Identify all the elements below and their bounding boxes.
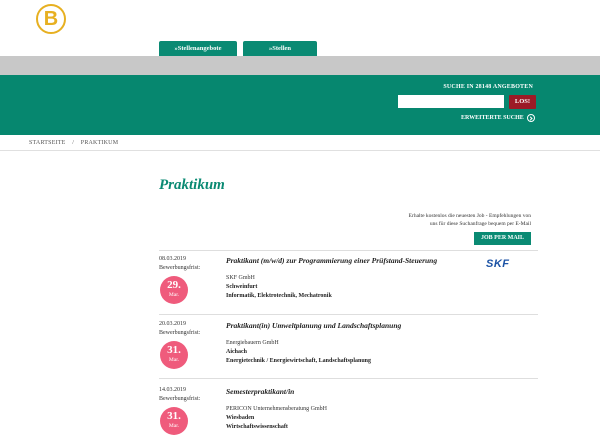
job-deadline-label: Bewerbungsfrist: <box>159 265 201 271</box>
breadcrumb-separator: / <box>72 140 75 146</box>
list-divider <box>159 250 538 251</box>
site-logo[interactable]: B <box>36 4 66 34</box>
advanced-search-label: ERWEITERTE SUCHE <box>461 115 524 121</box>
job-location: Schweinfurt <box>226 284 258 290</box>
job-date: 20.03.2019 <box>159 321 186 327</box>
deadline-month: Mar. <box>168 423 180 429</box>
advanced-search-link[interactable]: ERWEITERTE SUCHE <box>461 114 535 122</box>
job-per-mail-button[interactable]: JOB PER MAIL <box>474 232 531 245</box>
deadline-day: 31. <box>167 344 181 356</box>
logo-letter: B <box>43 7 59 30</box>
job-company: PERICON Unternehmensberatung GmbH <box>226 406 327 412</box>
deadline-month: Mar. <box>168 292 180 298</box>
job-location: Aichach <box>226 349 247 355</box>
breadcrumb-home[interactable]: STARTSEITE <box>29 140 66 146</box>
deadline-badge: 31. Mar. <box>160 407 188 435</box>
chevron-circle-icon <box>526 114 535 122</box>
job-title-link[interactable]: Semesterpraktikant/in <box>226 387 294 396</box>
job-field: Energietechnik / Energiewirtschaft, Land… <box>226 358 372 364</box>
list-divider <box>159 314 538 315</box>
deadline-month: Mar. <box>168 357 180 363</box>
page-title: Praktikum <box>159 177 225 193</box>
company-logo-skf[interactable]: SKF <box>486 258 510 270</box>
job-location: Wiesbaden <box>226 415 255 421</box>
list-divider <box>159 378 538 379</box>
job-deadline-label: Bewerbungsfrist: <box>159 330 201 336</box>
job-title-link[interactable]: Praktikant (m/w/d) zur Programmierung ei… <box>226 256 437 265</box>
job-company: Energiebauern GmbH <box>226 340 279 346</box>
breadcrumb-divider <box>0 150 600 151</box>
job-list-item[interactable]: 08.03.2019 Bewerbungsfrist: 29. Mar. Pra… <box>159 256 538 314</box>
job-title-link[interactable]: Praktikant(in) Umweltplanung und Landsch… <box>226 321 401 330</box>
deadline-badge: 31. Mar. <box>160 341 188 369</box>
deadline-badge: 29. Mar. <box>160 276 188 304</box>
job-field: Wirtschaftswissenschaft <box>226 424 288 430</box>
main-tabs: »Stellenangebote »Stellen ausschreiben <box>159 41 317 67</box>
job-date: 14.03.2019 <box>159 387 186 393</box>
job-deadline-label: Bewerbungsfrist: <box>159 396 201 402</box>
search-input[interactable] <box>398 95 504 108</box>
search-count-title: SUCHE IN 28148 ANGEBOTEN <box>443 84 533 90</box>
grey-divider-band <box>0 56 600 75</box>
tab-stellen-ausschreiben[interactable]: »Stellen ausschreiben <box>243 41 317 67</box>
job-alert-line-2: uns für diese Suchanfrage bequem per E-M… <box>429 221 531 227</box>
job-date: 08.03.2019 <box>159 256 186 262</box>
job-company: SKF GmbH <box>226 275 255 281</box>
breadcrumb-current: PRAKTIKUM <box>80 140 119 146</box>
deadline-day: 29. <box>167 279 181 291</box>
job-alert-text: Erhalte kostenlos die neuesten Job - Emp… <box>371 212 531 228</box>
breadcrumb: STARTSEITE / PRAKTIKUM <box>29 140 118 146</box>
tab-stellenangebote[interactable]: »Stellenangebote <box>159 41 237 56</box>
deadline-day: 31. <box>167 410 181 422</box>
job-list-item[interactable]: 20.03.2019 Bewerbungsfrist: 31. Mar. Pra… <box>159 321 538 377</box>
job-list-item[interactable]: 14.03.2019 Bewerbungsfrist: 31. Mar. Sem… <box>159 387 538 440</box>
job-field: Informatik, Elektrotechnik, Mechatronik <box>226 293 332 299</box>
job-alert-line-1: Erhalte kostenlos die neuesten Job - Emp… <box>408 213 531 219</box>
search-submit-button[interactable]: LOS! <box>509 95 536 109</box>
